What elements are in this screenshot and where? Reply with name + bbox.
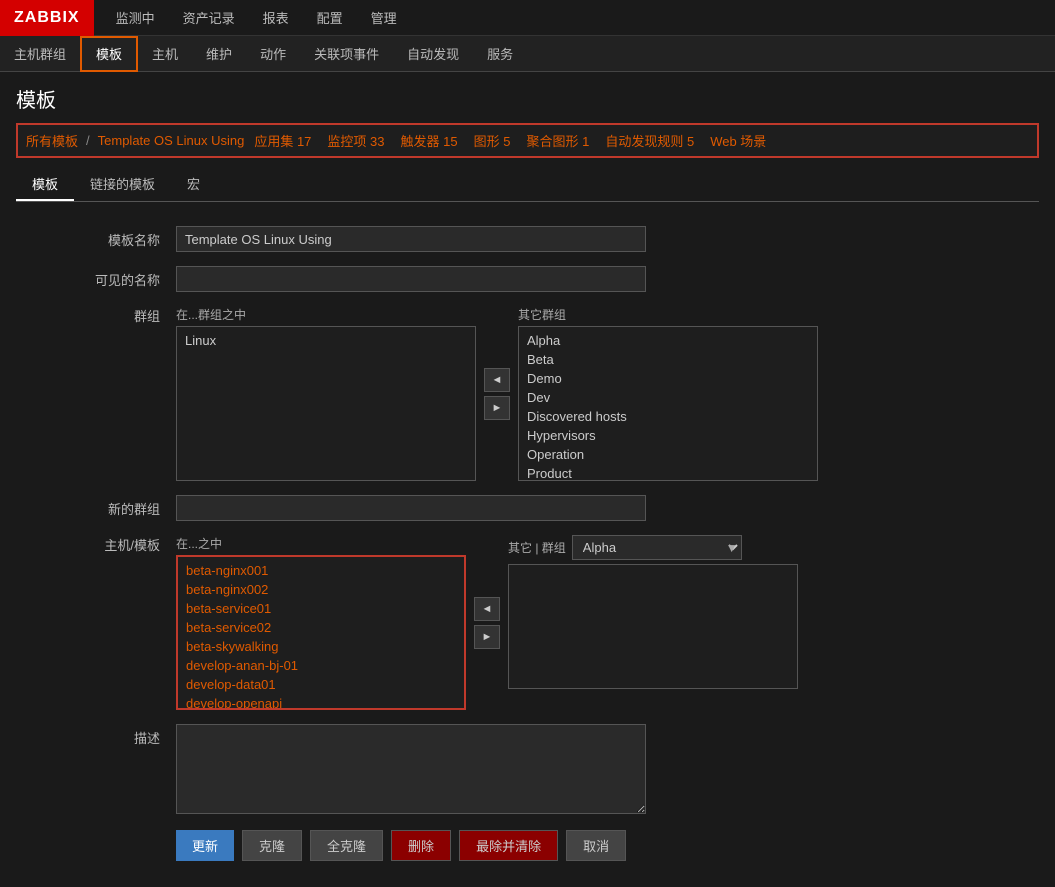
host-move-right-button[interactable]: ►: [474, 625, 500, 649]
breadcrumb-tab-graphs[interactable]: 图形 5: [468, 129, 517, 152]
groups-container: 在...群组之中 Linux ◄ ► 其它群组 Alpha Beta Demo …: [176, 306, 818, 481]
nav-auto-discovery[interactable]: 自动发现: [393, 36, 473, 72]
group-move-left-button[interactable]: ◄: [484, 368, 510, 392]
nav-monitor[interactable]: 监测中: [102, 0, 169, 36]
host-item-1[interactable]: beta-nginx002: [182, 580, 460, 599]
second-navigation: 主机群组 模板 主机 维护 动作 关联项事件 自动发现 服务: [0, 36, 1055, 72]
group-other-label: 其它群组: [518, 306, 818, 323]
clone-button[interactable]: 克隆: [242, 830, 302, 861]
host-item-6[interactable]: develop-data01: [182, 675, 460, 694]
breadcrumb-tab-screens[interactable]: 聚合图形 1: [520, 129, 595, 152]
page-title: 模板: [16, 84, 1039, 113]
new-group-label: 新的群组: [16, 495, 176, 518]
breadcrumb-separator: /: [86, 133, 90, 148]
nav-actions[interactable]: 动作: [246, 36, 300, 72]
new-group-input[interactable]: [176, 495, 646, 521]
template-name-label: 模板名称: [16, 226, 176, 249]
host-template-other-block: 其它 | 群组 Alpha Beta Linux ▼: [508, 535, 798, 689]
visible-name-input[interactable]: [176, 266, 646, 292]
host-arrow-buttons: ◄ ►: [474, 597, 500, 649]
host-item-3[interactable]: beta-service02: [182, 618, 460, 637]
groups-label: 群组: [16, 306, 176, 325]
nav-linked-events[interactable]: 关联项事件: [300, 36, 393, 72]
sub-tab-macros[interactable]: 宏: [171, 168, 216, 201]
nav-admin[interactable]: 管理: [357, 0, 411, 36]
host-template-in-label: 在...之中: [176, 535, 466, 552]
form-section: 模板名称 可见的名称 群组 在...群组之中 Linux ◄ ►: [16, 218, 1039, 869]
group-other-item-6[interactable]: Operation: [523, 445, 813, 464]
delete-button[interactable]: 删除: [391, 830, 451, 861]
host-item-0[interactable]: beta-nginx001: [182, 561, 460, 580]
groups-row: 群组 在...群组之中 Linux ◄ ► 其它群组 Alpha Beta: [16, 306, 1039, 481]
host-other-label: 其它 | 群组 Alpha Beta Linux ▼: [508, 535, 798, 560]
group-other-item-1[interactable]: Beta: [523, 350, 813, 369]
host-listbox-other[interactable]: [508, 564, 798, 689]
nav-maintenance[interactable]: 维护: [192, 36, 246, 72]
host-move-left-button[interactable]: ◄: [474, 597, 500, 621]
host-template-container: 在...之中 beta-nginx001 beta-nginx002 beta-…: [176, 535, 798, 710]
host-item-5[interactable]: develop-anan-bj-01: [182, 656, 460, 675]
nav-host-groups[interactable]: 主机群组: [0, 36, 80, 72]
group-other-item-3[interactable]: Dev: [523, 388, 813, 407]
description-textarea[interactable]: [176, 724, 646, 814]
breadcrumb-tab-discovery[interactable]: 自动发现规则 5: [599, 129, 700, 152]
breadcrumb-current-template[interactable]: Template OS Linux Using: [98, 133, 245, 148]
host-template-in-block: 在...之中 beta-nginx001 beta-nginx002 beta-…: [176, 535, 466, 710]
sub-tab-template[interactable]: 模板: [16, 168, 74, 201]
group-move-right-button[interactable]: ►: [484, 396, 510, 420]
group-other-block: 其它群组 Alpha Beta Demo Dev Discovered host…: [518, 306, 818, 481]
top-navigation: ZABBIX 监测中 资产记录 报表 配置 管理: [0, 0, 1055, 36]
group-other-item-0[interactable]: Alpha: [523, 331, 813, 350]
group-other-listbox[interactable]: Alpha Beta Demo Dev Discovered hosts Hyp…: [518, 326, 818, 481]
full-clone-button[interactable]: 全克隆: [310, 830, 383, 861]
nav-config[interactable]: 配置: [303, 0, 357, 36]
action-buttons: 更新 克隆 全克隆 删除 最除并清除 取消: [16, 830, 1039, 861]
breadcrumb-tab-appsets[interactable]: 应用集 17: [248, 129, 317, 152]
nav-templates[interactable]: 模板: [80, 36, 138, 72]
top-nav-items: 监测中 资产记录 报表 配置 管理: [102, 0, 411, 36]
group-other-item-7[interactable]: Product: [523, 464, 813, 481]
description-label: 描述: [16, 724, 176, 747]
group-in-item-linux[interactable]: Linux: [181, 331, 471, 350]
visible-name-label: 可见的名称: [16, 266, 176, 289]
delete-clean-button[interactable]: 最除并清除: [459, 830, 558, 861]
breadcrumb-all-templates[interactable]: 所有模板: [26, 131, 78, 150]
group-in-listbox[interactable]: Linux: [176, 326, 476, 481]
nav-reports[interactable]: 报表: [249, 0, 303, 36]
description-row: 描述: [16, 724, 1039, 814]
host-item-4[interactable]: beta-skywalking: [182, 637, 460, 656]
template-name-row: 模板名称: [16, 226, 1039, 252]
nav-services[interactable]: 服务: [473, 36, 527, 72]
group-in-label: 在...群组之中: [176, 306, 476, 323]
breadcrumb-tab-web[interactable]: Web 场景: [704, 129, 772, 152]
host-item-2[interactable]: beta-service01: [182, 599, 460, 618]
host-listbox-in[interactable]: beta-nginx001 beta-nginx002 beta-service…: [176, 555, 466, 710]
cancel-button[interactable]: 取消: [566, 830, 626, 861]
group-other-item-4[interactable]: Discovered hosts: [523, 407, 813, 426]
breadcrumb-bar: 所有模板 / Template OS Linux Using 应用集 17 监控…: [16, 123, 1039, 158]
template-name-input[interactable]: [176, 226, 646, 252]
host-template-label: 主机/模板: [16, 535, 176, 554]
host-template-row: 主机/模板 在...之中 beta-nginx001 beta-nginx002…: [16, 535, 1039, 710]
sub-tab-linked[interactable]: 链接的模板: [74, 168, 171, 201]
group-other-item-5[interactable]: Hypervisors: [523, 426, 813, 445]
logo[interactable]: ZABBIX: [0, 0, 94, 36]
breadcrumb-tab-triggers[interactable]: 触发器 15: [395, 129, 464, 152]
group-in-block: 在...群组之中 Linux: [176, 306, 476, 481]
visible-name-row: 可见的名称: [16, 266, 1039, 292]
new-group-row: 新的群组: [16, 495, 1039, 521]
group-other-item-2[interactable]: Demo: [523, 369, 813, 388]
update-button[interactable]: 更新: [176, 830, 234, 861]
host-group-select[interactable]: Alpha Beta Linux: [572, 535, 742, 560]
group-arrow-buttons: ◄ ►: [484, 368, 510, 420]
sub-tabs: 模板 链接的模板 宏: [16, 168, 1039, 202]
nav-hosts[interactable]: 主机: [138, 36, 192, 72]
breadcrumb-tab-items[interactable]: 监控项 33: [321, 129, 390, 152]
nav-assets[interactable]: 资产记录: [169, 0, 249, 36]
page-content: 模板 所有模板 / Template OS Linux Using 应用集 17…: [0, 72, 1055, 881]
host-item-7[interactable]: develop-openapi: [182, 694, 460, 710]
